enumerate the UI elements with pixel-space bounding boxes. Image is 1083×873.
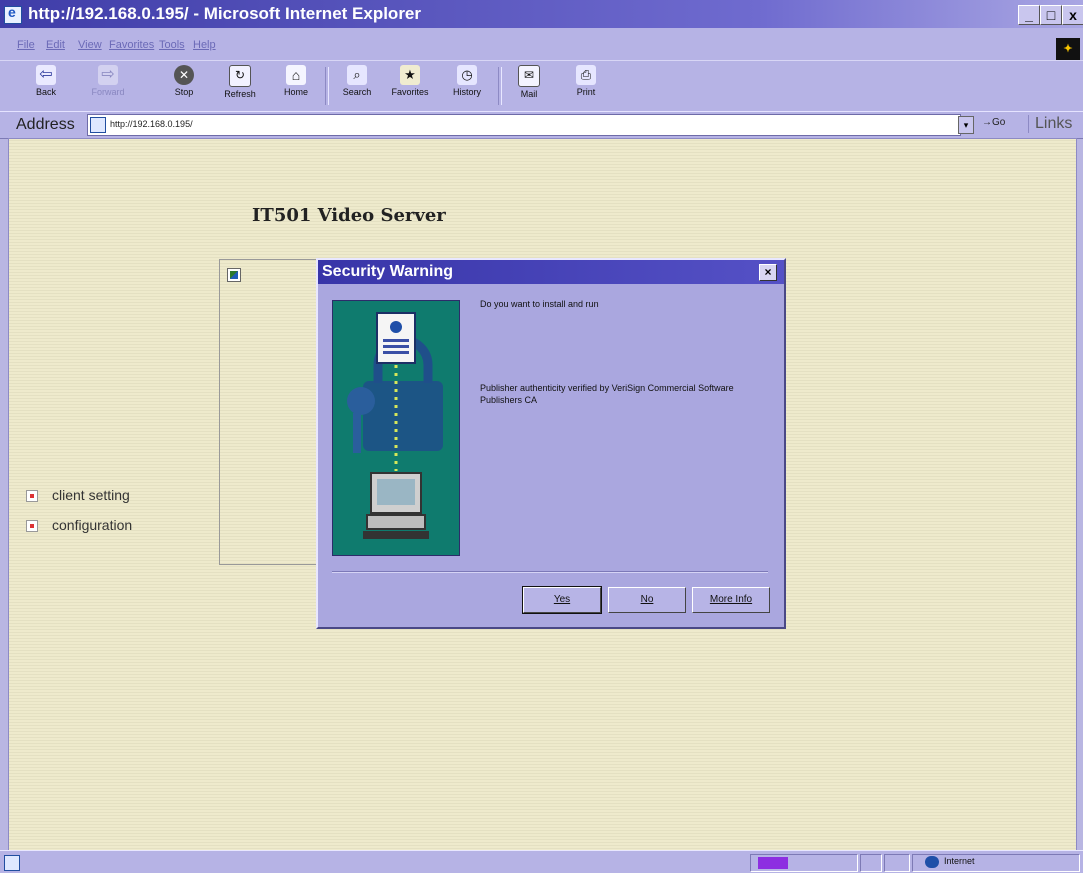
menu-edit[interactable]: Edit <box>46 39 65 51</box>
menu-favorites[interactable]: Favorites <box>109 39 154 51</box>
search-button[interactable]: ⌕ Search <box>336 65 378 109</box>
bullet-icon <box>26 490 38 502</box>
address-bar: Address http://192.168.0.195/ ▾ →Go Link… <box>0 111 1083 139</box>
print-icon: ⎙ <box>576 65 596 85</box>
mail-button[interactable]: ✉ Mail <box>508 65 550 109</box>
refresh-button[interactable]: ↻ Refresh <box>219 65 261 109</box>
page-icon <box>90 117 106 133</box>
security-illustration <box>347 312 443 539</box>
status-page-icon <box>4 855 20 871</box>
toolbar-separator <box>325 67 329 105</box>
title-bar: http://192.168.0.195/ - Microsoft Intern… <box>0 0 1083 28</box>
menu-view[interactable]: View <box>78 39 102 51</box>
status-cell <box>860 854 882 872</box>
internet-explorer-icon <box>4 4 22 24</box>
links-button[interactable]: Links <box>1028 115 1072 133</box>
forward-arrow-icon: ⇨ <box>98 65 118 85</box>
dialog-title-bar: Security Warning × <box>318 260 784 284</box>
bullet-icon <box>26 520 38 532</box>
address-value: http://192.168.0.195/ <box>110 119 193 129</box>
back-arrow-icon: ⇦ <box>36 65 56 85</box>
no-button[interactable]: No <box>608 587 686 613</box>
menu-file[interactable]: File <box>17 39 35 51</box>
print-button[interactable]: ⎙ Print <box>565 65 607 109</box>
address-input[interactable]: http://192.168.0.195/ <box>87 114 961 136</box>
more-info-button[interactable]: More Info <box>692 587 770 613</box>
security-warning-dialog: Security Warning × Do you want to instal <box>316 258 786 629</box>
progress-indicator <box>758 857 788 869</box>
dialog-title: Security Warning <box>322 263 453 280</box>
status-bar: Internet <box>0 850 1083 873</box>
mail-icon: ✉ <box>518 65 540 87</box>
configuration-link[interactable]: configuration <box>26 517 166 535</box>
publisher-text: Publisher authenticity verified by VeriS… <box>480 383 734 405</box>
stop-button[interactable]: ✕ Stop <box>163 65 205 109</box>
search-icon: ⌕ <box>347 65 367 85</box>
favorites-button[interactable]: ★ Favorites <box>389 65 431 109</box>
client-setting-link[interactable]: client setting <box>26 487 166 505</box>
home-button[interactable]: ⌂ Home <box>275 65 317 109</box>
maximize-button[interactable]: □ <box>1040 5 1062 25</box>
menu-tools[interactable]: Tools <box>159 39 185 51</box>
close-button[interactable]: x <box>1062 5 1083 25</box>
status-cell <box>884 854 910 872</box>
home-icon: ⌂ <box>286 65 306 85</box>
page-title: IT501 Video Server <box>252 205 446 226</box>
internet-zone-icon <box>925 856 939 868</box>
forward-button[interactable]: ⇨ Forward <box>87 65 129 109</box>
address-dropdown-button[interactable]: ▾ <box>958 116 974 134</box>
security-illustration-icon <box>332 300 460 556</box>
dialog-divider <box>332 571 768 573</box>
install-question-text: Do you want to install and run <box>480 299 599 309</box>
toolbar: ⇦ Back ⇨ Forward ✕ Stop ↻ Refresh ⌂ Home… <box>0 60 1083 111</box>
address-label: Address <box>16 116 75 133</box>
stop-icon: ✕ <box>174 65 194 85</box>
broken-image-icon <box>227 268 241 282</box>
history-button[interactable]: ◷ History <box>446 65 488 109</box>
menu-bar: File Edit View Favorites Tools Help <box>0 28 1083 60</box>
windows-logo-icon: ✦ <box>1056 38 1080 60</box>
refresh-icon: ↻ <box>229 65 251 87</box>
minimize-button[interactable]: _ <box>1018 5 1040 25</box>
zone-label: Internet <box>944 856 975 866</box>
favorites-icon: ★ <box>400 65 420 85</box>
go-arrow-icon: → <box>982 117 992 128</box>
menu-help[interactable]: Help <box>193 39 216 51</box>
history-icon: ◷ <box>457 65 477 85</box>
toolbar-separator <box>498 67 502 105</box>
back-button[interactable]: ⇦ Back <box>25 65 67 109</box>
window-title: http://192.168.0.195/ - Microsoft Intern… <box>28 4 422 23</box>
yes-button[interactable]: Yes <box>522 586 602 614</box>
go-button[interactable]: →Go <box>982 117 1005 128</box>
dialog-close-button[interactable]: × <box>759 264 777 281</box>
